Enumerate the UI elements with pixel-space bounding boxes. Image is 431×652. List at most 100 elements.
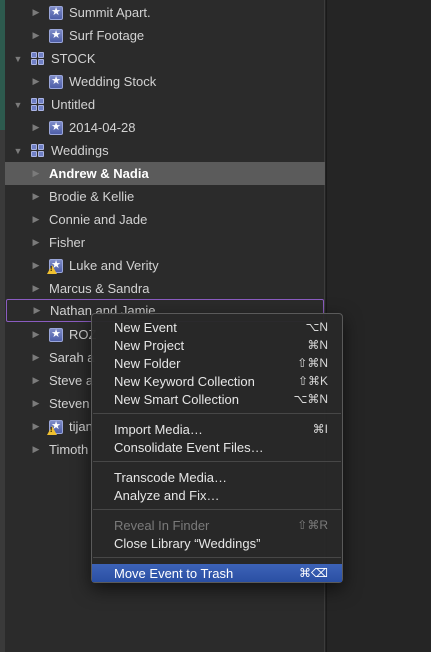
library-icon [31,143,45,158]
warning-icon [47,425,57,435]
event-label: Steven [49,396,90,411]
event-label: Brodie & Kellie [49,189,135,204]
disclosure-triangle-icon[interactable]: ▶ [29,168,43,179]
menu-item-label: Transcode Media… [114,469,227,485]
event-label: Andrew & Nadia [49,166,149,181]
disclosure-triangle-icon[interactable]: ▶ [29,30,43,41]
menu-item-label: New Smart Collection [114,391,239,407]
event-label: Steve a [49,373,94,388]
library-label: Weddings [51,143,109,158]
menu-item-label: New Folder [114,355,181,371]
event-row-fisher[interactable]: ▶ Fisher [5,231,325,254]
menu-shortcut: ⌥⌘N [293,392,329,406]
menu-item-label: New Event [114,319,177,335]
library-label: Untitled [51,97,96,112]
event-label: Timoth [49,442,89,457]
event-row-2014-04-28[interactable]: ▶ 2014-04-28 [5,116,325,139]
menu-item-analyze-and-fix[interactable]: Analyze and Fix… [92,486,342,504]
disclosure-triangle-icon[interactable]: ▶ [29,352,43,363]
library-label: STOCK [51,51,96,66]
disclosure-triangle-icon[interactable]: ▶ [29,76,43,87]
event-label: Wedding Stock [69,74,157,89]
event-label: tijan [69,419,93,434]
disclosure-triangle-open-icon[interactable]: ▼ [11,54,25,64]
library-row-untitled[interactable]: ▼ Untitled [5,93,325,116]
menu-shortcut: ⇧⌘N [297,356,328,370]
library-row-stock[interactable]: ▼ STOCK [5,47,325,70]
event-star-icon [49,327,63,342]
menu-item-new-event[interactable]: New Event ⌥N [92,318,342,336]
menu-item-new-keyword-collection[interactable]: New Keyword Collection ⇧⌘K [92,372,342,390]
context-menu: New Event ⌥N New Project ⌘N New Folder ⇧… [91,313,343,583]
menu-item-move-event-to-trash[interactable]: Move Event to Trash ⌘⌫ [92,564,342,582]
event-label: Surf Footage [69,28,145,43]
disclosure-triangle-icon[interactable]: ▶ [29,375,43,386]
event-label: Summit Apart. [69,5,151,20]
disclosure-triangle-icon[interactable]: ▶ [29,7,43,18]
menu-item-label: Consolidate Event Files… [114,439,264,455]
menu-separator [92,408,342,420]
disclosure-triangle-icon[interactable]: ▶ [29,421,43,432]
event-label: Connie and Jade [49,212,148,227]
disclosure-triangle-icon[interactable]: ▶ [29,398,43,409]
event-star-icon [49,28,63,43]
menu-item-new-smart-collection[interactable]: New Smart Collection ⌥⌘N [92,390,342,408]
warning-icon [47,264,57,274]
disclosure-triangle-icon[interactable]: ▶ [29,122,43,133]
event-star-icon [49,5,63,20]
menu-separator [92,456,342,468]
menu-separator [92,504,342,516]
menu-item-label: Reveal In Finder [114,517,210,533]
event-star-warning-icon [47,419,63,435]
menu-separator [92,552,342,564]
event-row-connie-jade[interactable]: ▶ Connie and Jade [5,208,325,231]
event-label: 2014-04-28 [69,120,136,135]
event-label: Fisher [49,235,86,250]
event-star-warning-icon [47,258,63,274]
event-label: Marcus & Sandra [49,281,150,296]
event-row-luke-verity[interactable]: ▶ Luke and Verity [5,254,325,277]
disclosure-triangle-icon[interactable]: ▶ [29,191,43,202]
menu-shortcut: ⌘⌫ [299,566,328,580]
menu-shortcut: ⌘I [312,422,328,436]
disclosure-triangle-open-icon[interactable]: ▼ [11,146,25,156]
event-row-wedding-stock[interactable]: ▶ Wedding Stock [5,70,325,93]
menu-item-close-library[interactable]: Close Library “Weddings” [92,534,342,552]
menu-item-label: Close Library “Weddings” [114,535,261,551]
event-row-surf[interactable]: ▶ Surf Footage [5,24,325,47]
library-row-weddings[interactable]: ▼ Weddings [5,139,325,162]
event-label: Luke and Verity [69,258,159,273]
menu-item-reveal-in-finder: Reveal In Finder ⇧⌘R [92,516,342,534]
menu-shortcut: ⇧⌘R [297,518,328,532]
disclosure-triangle-icon[interactable]: ▶ [29,237,43,248]
disclosure-triangle-icon[interactable]: ▶ [30,305,44,316]
event-star-icon [49,120,63,135]
menu-item-label: New Keyword Collection [114,373,255,389]
disclosure-triangle-open-icon[interactable]: ▼ [11,100,25,110]
disclosure-triangle-icon[interactable]: ▶ [29,260,43,271]
menu-item-consolidate-event-files[interactable]: Consolidate Event Files… [92,438,342,456]
event-row-brodie-kellie[interactable]: ▶ Brodie & Kellie [5,185,325,208]
menu-item-label: Analyze and Fix… [114,487,220,503]
disclosure-triangle-icon[interactable]: ▶ [29,444,43,455]
disclosure-triangle-icon[interactable]: ▶ [29,329,43,340]
library-icon [31,51,45,66]
event-row-summit[interactable]: ▶ Summit Apart. [5,1,325,24]
event-star-icon [49,74,63,89]
menu-item-import-media[interactable]: Import Media… ⌘I [92,420,342,438]
event-label: Sarah a [49,350,95,365]
menu-shortcut: ⌥N [305,320,329,334]
menu-item-label: Import Media… [114,421,203,437]
disclosure-triangle-icon[interactable]: ▶ [29,283,43,294]
disclosure-triangle-icon[interactable]: ▶ [29,214,43,225]
menu-item-new-project[interactable]: New Project ⌘N [92,336,342,354]
menu-shortcut: ⇧⌘K [297,374,328,388]
menu-item-new-folder[interactable]: New Folder ⇧⌘N [92,354,342,372]
menu-item-label: New Project [114,337,185,353]
menu-item-transcode-media[interactable]: Transcode Media… [92,468,342,486]
menu-shortcut: ⌘N [307,338,328,352]
library-icon [31,97,45,112]
menu-item-label: Move Event to Trash [114,565,234,581]
event-row-andrew-nadia[interactable]: ▶ Andrew & Nadia [5,162,325,185]
event-row-marcus-sandra[interactable]: ▶ Marcus & Sandra [5,277,325,300]
